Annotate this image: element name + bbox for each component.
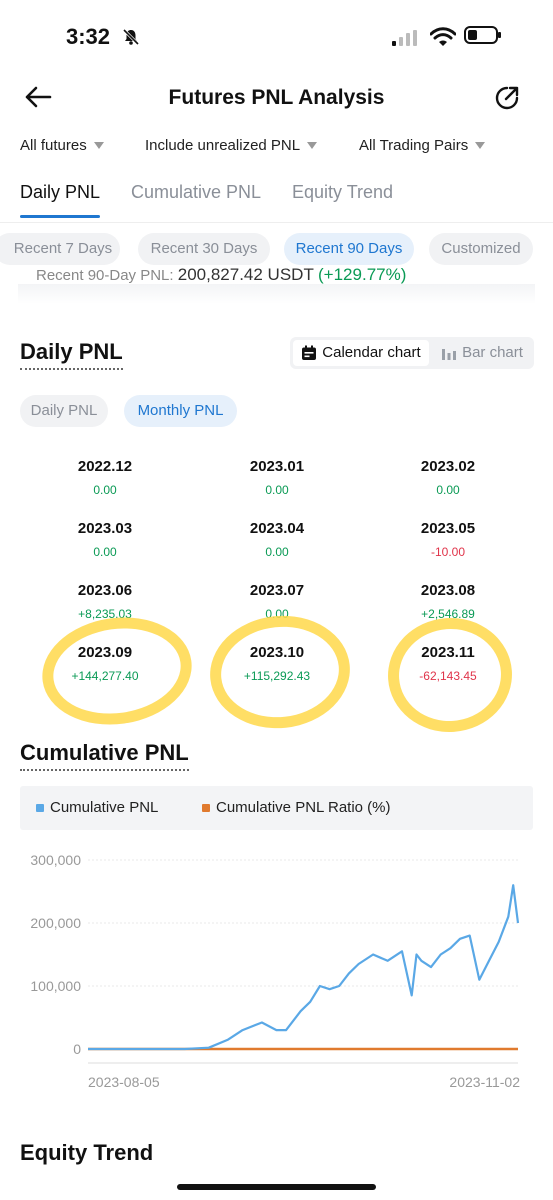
pill-customized[interactable]: Customized	[429, 233, 533, 265]
y-tick-label: 300,000	[30, 852, 81, 868]
bar-chart-icon	[442, 349, 457, 360]
subtab-daily-pnl[interactable]: Daily PNL	[20, 395, 108, 427]
legend-swatch	[36, 803, 44, 812]
highlight-circle	[35, 608, 199, 734]
y-tick-label: 200,000	[30, 915, 81, 931]
caret-down-icon	[475, 142, 486, 149]
month-label: 2023.07	[249, 582, 305, 599]
month-pnl-value: 0.00	[265, 483, 289, 497]
scroll-fade	[18, 284, 535, 304]
cumulative-pnl-chart: 300,000 200,000 100,000 0 2023-08-05 2023-11-…	[30, 852, 520, 1090]
filter-trading-pairs[interactable]: All Trading Pairs	[359, 137, 486, 154]
month-cell[interactable]: 2023.05 -10.00	[378, 520, 518, 559]
caret-down-icon	[93, 142, 104, 149]
cumulative-pnl-title: Cumulative PNL	[20, 740, 189, 771]
share-icon[interactable]	[494, 85, 520, 111]
highlight-circle	[384, 613, 516, 737]
series-line-cumulative-pnl	[88, 884, 520, 1051]
x-tick-label: 2023-11-02	[449, 1074, 520, 1090]
calendar-chart-option[interactable]: Calendar chart	[293, 340, 429, 366]
wifi-icon	[430, 27, 456, 46]
highlight-circle	[204, 608, 356, 736]
month-label: 2023.05	[420, 520, 476, 537]
month-label: 2023.01	[249, 458, 305, 475]
filter-unrealized-pnl[interactable]: Include unrealized PNL	[145, 137, 318, 154]
tab-equity-trend[interactable]: Equity Trend	[292, 182, 393, 203]
month-label: 2023.04	[249, 520, 305, 537]
pill-recent-7-days[interactable]: Recent 7 Days	[0, 233, 120, 265]
month-cell[interactable]: 2023.01 0.00	[207, 458, 347, 497]
subtab-monthly-pnl[interactable]: Monthly PNL	[124, 395, 237, 427]
month-pnl-value: 0.00	[93, 483, 117, 497]
month-pnl-value: -10.00	[430, 545, 466, 559]
month-cell[interactable]: 2022.12 0.00	[35, 458, 175, 497]
page-title: Futures PNL Analysis	[168, 86, 385, 109]
tab-bar: Daily PNL Cumulative PNL Equity Trend	[0, 182, 553, 223]
active-tab-indicator	[20, 215, 100, 218]
home-indicator[interactable]	[177, 1184, 376, 1190]
chart-view-toggle: Calendar chart Bar chart	[290, 337, 534, 369]
month-label: 2023.02	[420, 458, 476, 475]
y-tick-label: 100,000	[30, 978, 81, 994]
status-time: 3:32	[66, 24, 111, 49]
month-pnl-value: 0.00	[265, 545, 289, 559]
legend-item-cumulative-pnl[interactable]: Cumulative PNL	[36, 799, 158, 816]
filter-futures[interactable]: All futures	[20, 137, 104, 154]
month-cell[interactable]: 2023.02 0.00	[378, 458, 518, 497]
month-label: 2023.08	[420, 582, 476, 599]
tab-cumulative-pnl[interactable]: Cumulative PNL	[131, 182, 261, 203]
legend-swatch	[202, 803, 210, 812]
y-tick-label: 0	[73, 1041, 81, 1057]
month-cell[interactable]: 2023.04 0.00	[207, 520, 347, 559]
x-tick-label: 2023-08-05	[88, 1074, 160, 1090]
caret-down-icon	[307, 142, 318, 149]
equity-trend-title: Equity Trend	[20, 1140, 154, 1165]
month-pnl-value: 0.00	[436, 483, 460, 497]
month-cell[interactable]: 2023.08 +2,546.89	[378, 582, 518, 621]
bar-chart-option[interactable]: Bar chart	[432, 340, 532, 366]
cellular-signal-icon	[392, 30, 417, 46]
pill-recent-90-days[interactable]: Recent 90 Days	[284, 233, 414, 265]
pill-recent-30-days[interactable]: Recent 30 Days	[138, 233, 270, 265]
month-label: 2023.03	[77, 520, 133, 537]
bell-muted-icon	[122, 28, 140, 46]
month-cell[interactable]: 2023.06 +8,235.03	[35, 582, 175, 621]
daily-pnl-title: Daily PNL	[20, 339, 123, 370]
tab-daily-pnl[interactable]: Daily PNL	[20, 182, 100, 203]
chart-legend: Cumulative PNL Cumulative PNL Ratio (%)	[20, 786, 533, 830]
month-pnl-value: 0.00	[93, 545, 117, 559]
month-label: 2023.06	[77, 582, 133, 599]
period-pnl-percent: (+129.77%)	[318, 266, 407, 284]
month-cell[interactable]: 2023.03 0.00	[35, 520, 175, 559]
battery-icon	[464, 26, 501, 44]
legend-item-pnl-ratio[interactable]: Cumulative PNL Ratio (%)	[202, 799, 391, 816]
period-pnl-value: 200,827.42 USDT	[177, 266, 314, 284]
calendar-icon	[302, 345, 317, 360]
period-pnl-summary: Recent 90-Day PNL: 200,827.42 USDT (+129…	[36, 266, 407, 284]
month-label: 2022.12	[77, 458, 133, 475]
